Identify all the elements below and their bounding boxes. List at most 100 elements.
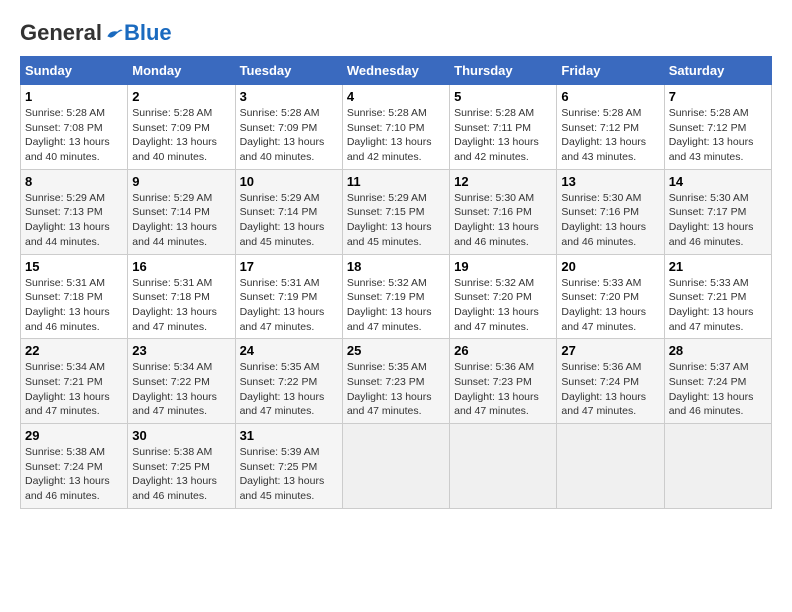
weekday-header-tuesday: Tuesday — [235, 57, 342, 85]
day-number: 7 — [669, 89, 767, 104]
weekday-header-sunday: Sunday — [21, 57, 128, 85]
day-number: 11 — [347, 174, 445, 189]
day-number: 16 — [132, 259, 230, 274]
day-info: Sunrise: 5:38 AM Sunset: 7:24 PM Dayligh… — [25, 445, 123, 504]
day-info: Sunrise: 5:32 AM Sunset: 7:19 PM Dayligh… — [347, 276, 445, 335]
day-info: Sunrise: 5:28 AM Sunset: 7:09 PM Dayligh… — [132, 106, 230, 165]
calendar-table: SundayMondayTuesdayWednesdayThursdayFrid… — [20, 56, 772, 509]
day-info: Sunrise: 5:30 AM Sunset: 7:16 PM Dayligh… — [454, 191, 552, 250]
day-number: 24 — [240, 343, 338, 358]
day-number: 15 — [25, 259, 123, 274]
day-number: 10 — [240, 174, 338, 189]
day-info: Sunrise: 5:39 AM Sunset: 7:25 PM Dayligh… — [240, 445, 338, 504]
day-number: 26 — [454, 343, 552, 358]
calendar-cell: 28 Sunrise: 5:37 AM Sunset: 7:24 PM Dayl… — [664, 339, 771, 424]
logo: General Blue — [20, 20, 172, 46]
day-info: Sunrise: 5:29 AM Sunset: 7:15 PM Dayligh… — [347, 191, 445, 250]
day-number: 30 — [132, 428, 230, 443]
day-number: 22 — [25, 343, 123, 358]
weekday-header-friday: Friday — [557, 57, 664, 85]
calendar-cell: 18 Sunrise: 5:32 AM Sunset: 7:19 PM Dayl… — [342, 254, 449, 339]
day-number: 20 — [561, 259, 659, 274]
calendar-cell: 19 Sunrise: 5:32 AM Sunset: 7:20 PM Dayl… — [450, 254, 557, 339]
calendar-cell — [664, 424, 771, 509]
day-number: 13 — [561, 174, 659, 189]
calendar-cell: 6 Sunrise: 5:28 AM Sunset: 7:12 PM Dayli… — [557, 85, 664, 170]
calendar-cell — [342, 424, 449, 509]
logo-general: General — [20, 20, 102, 46]
calendar-cell: 24 Sunrise: 5:35 AM Sunset: 7:22 PM Dayl… — [235, 339, 342, 424]
day-number: 17 — [240, 259, 338, 274]
logo-blue: Blue — [124, 20, 172, 46]
day-info: Sunrise: 5:28 AM Sunset: 7:11 PM Dayligh… — [454, 106, 552, 165]
calendar-cell: 15 Sunrise: 5:31 AM Sunset: 7:18 PM Dayl… — [21, 254, 128, 339]
day-number: 9 — [132, 174, 230, 189]
calendar-cell: 17 Sunrise: 5:31 AM Sunset: 7:19 PM Dayl… — [235, 254, 342, 339]
weekday-header-thursday: Thursday — [450, 57, 557, 85]
calendar-cell: 26 Sunrise: 5:36 AM Sunset: 7:23 PM Dayl… — [450, 339, 557, 424]
weekday-header-wednesday: Wednesday — [342, 57, 449, 85]
calendar-cell — [557, 424, 664, 509]
day-info: Sunrise: 5:36 AM Sunset: 7:24 PM Dayligh… — [561, 360, 659, 419]
day-info: Sunrise: 5:32 AM Sunset: 7:20 PM Dayligh… — [454, 276, 552, 335]
day-info: Sunrise: 5:28 AM Sunset: 7:09 PM Dayligh… — [240, 106, 338, 165]
calendar-cell: 22 Sunrise: 5:34 AM Sunset: 7:21 PM Dayl… — [21, 339, 128, 424]
day-info: Sunrise: 5:35 AM Sunset: 7:22 PM Dayligh… — [240, 360, 338, 419]
day-number: 2 — [132, 89, 230, 104]
day-info: Sunrise: 5:31 AM Sunset: 7:18 PM Dayligh… — [132, 276, 230, 335]
calendar-cell: 27 Sunrise: 5:36 AM Sunset: 7:24 PM Dayl… — [557, 339, 664, 424]
day-info: Sunrise: 5:35 AM Sunset: 7:23 PM Dayligh… — [347, 360, 445, 419]
day-info: Sunrise: 5:28 AM Sunset: 7:08 PM Dayligh… — [25, 106, 123, 165]
day-number: 23 — [132, 343, 230, 358]
calendar-cell: 7 Sunrise: 5:28 AM Sunset: 7:12 PM Dayli… — [664, 85, 771, 170]
day-info: Sunrise: 5:28 AM Sunset: 7:12 PM Dayligh… — [561, 106, 659, 165]
day-number: 28 — [669, 343, 767, 358]
day-number: 6 — [561, 89, 659, 104]
weekday-header-monday: Monday — [128, 57, 235, 85]
calendar-cell: 12 Sunrise: 5:30 AM Sunset: 7:16 PM Dayl… — [450, 169, 557, 254]
calendar-cell: 8 Sunrise: 5:29 AM Sunset: 7:13 PM Dayli… — [21, 169, 128, 254]
calendar-cell: 1 Sunrise: 5:28 AM Sunset: 7:08 PM Dayli… — [21, 85, 128, 170]
page-header: General Blue — [20, 20, 772, 46]
day-info: Sunrise: 5:38 AM Sunset: 7:25 PM Dayligh… — [132, 445, 230, 504]
day-info: Sunrise: 5:37 AM Sunset: 7:24 PM Dayligh… — [669, 360, 767, 419]
day-number: 27 — [561, 343, 659, 358]
calendar-cell: 2 Sunrise: 5:28 AM Sunset: 7:09 PM Dayli… — [128, 85, 235, 170]
day-number: 19 — [454, 259, 552, 274]
day-number: 21 — [669, 259, 767, 274]
day-info: Sunrise: 5:31 AM Sunset: 7:18 PM Dayligh… — [25, 276, 123, 335]
calendar-cell: 30 Sunrise: 5:38 AM Sunset: 7:25 PM Dayl… — [128, 424, 235, 509]
calendar-cell: 29 Sunrise: 5:38 AM Sunset: 7:24 PM Dayl… — [21, 424, 128, 509]
day-info: Sunrise: 5:30 AM Sunset: 7:16 PM Dayligh… — [561, 191, 659, 250]
day-info: Sunrise: 5:33 AM Sunset: 7:21 PM Dayligh… — [669, 276, 767, 335]
day-info: Sunrise: 5:31 AM Sunset: 7:19 PM Dayligh… — [240, 276, 338, 335]
calendar-cell: 23 Sunrise: 5:34 AM Sunset: 7:22 PM Dayl… — [128, 339, 235, 424]
calendar-cell: 3 Sunrise: 5:28 AM Sunset: 7:09 PM Dayli… — [235, 85, 342, 170]
day-number: 18 — [347, 259, 445, 274]
day-number: 25 — [347, 343, 445, 358]
day-number: 3 — [240, 89, 338, 104]
calendar-cell: 11 Sunrise: 5:29 AM Sunset: 7:15 PM Dayl… — [342, 169, 449, 254]
calendar-cell: 20 Sunrise: 5:33 AM Sunset: 7:20 PM Dayl… — [557, 254, 664, 339]
day-number: 29 — [25, 428, 123, 443]
calendar-cell: 10 Sunrise: 5:29 AM Sunset: 7:14 PM Dayl… — [235, 169, 342, 254]
day-number: 8 — [25, 174, 123, 189]
calendar-cell: 13 Sunrise: 5:30 AM Sunset: 7:16 PM Dayl… — [557, 169, 664, 254]
calendar-cell: 25 Sunrise: 5:35 AM Sunset: 7:23 PM Dayl… — [342, 339, 449, 424]
calendar-cell: 14 Sunrise: 5:30 AM Sunset: 7:17 PM Dayl… — [664, 169, 771, 254]
day-info: Sunrise: 5:29 AM Sunset: 7:14 PM Dayligh… — [132, 191, 230, 250]
day-info: Sunrise: 5:34 AM Sunset: 7:22 PM Dayligh… — [132, 360, 230, 419]
calendar-cell — [450, 424, 557, 509]
day-info: Sunrise: 5:30 AM Sunset: 7:17 PM Dayligh… — [669, 191, 767, 250]
day-info: Sunrise: 5:28 AM Sunset: 7:12 PM Dayligh… — [669, 106, 767, 165]
calendar-cell: 4 Sunrise: 5:28 AM Sunset: 7:10 PM Dayli… — [342, 85, 449, 170]
calendar-cell: 21 Sunrise: 5:33 AM Sunset: 7:21 PM Dayl… — [664, 254, 771, 339]
logo-bird-icon — [104, 23, 124, 43]
calendar-cell: 31 Sunrise: 5:39 AM Sunset: 7:25 PM Dayl… — [235, 424, 342, 509]
day-number: 14 — [669, 174, 767, 189]
day-info: Sunrise: 5:29 AM Sunset: 7:14 PM Dayligh… — [240, 191, 338, 250]
day-info: Sunrise: 5:33 AM Sunset: 7:20 PM Dayligh… — [561, 276, 659, 335]
day-info: Sunrise: 5:28 AM Sunset: 7:10 PM Dayligh… — [347, 106, 445, 165]
day-number: 4 — [347, 89, 445, 104]
day-info: Sunrise: 5:29 AM Sunset: 7:13 PM Dayligh… — [25, 191, 123, 250]
